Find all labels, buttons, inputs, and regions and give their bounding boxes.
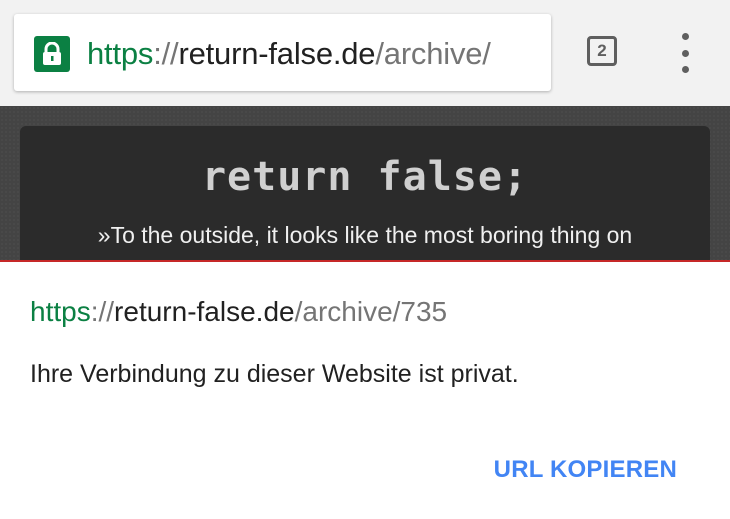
browser-toolbar: https://return-false.de/archive/ 2	[0, 0, 730, 106]
page-info-url-path: /archive/735	[294, 296, 448, 327]
overflow-menu-icon[interactable]	[672, 33, 698, 73]
page-info-sheet: https://return-false.de/archive/735 Ihre…	[0, 260, 730, 519]
web-page-content: return false; »To the outside, it looks …	[0, 106, 730, 286]
menu-dot	[681, 66, 689, 73]
lock-icon[interactable]	[34, 36, 70, 72]
url-separator: ://	[153, 36, 179, 71]
site-title: return false;	[201, 154, 529, 200]
url-bar[interactable]: https://return-false.de/archive/	[14, 14, 551, 91]
url-path: /archive/	[375, 36, 491, 71]
copy-url-button[interactable]: URL KOPIEREN	[494, 456, 677, 484]
page-info-url-host: return-false.de	[114, 296, 295, 327]
menu-dot	[681, 49, 689, 57]
tab-switcher-button[interactable]: 2	[587, 36, 617, 66]
url-scheme: https	[87, 36, 154, 71]
page-info-url-scheme: https	[30, 296, 91, 327]
page-info-url-separator: ://	[90, 296, 115, 327]
url-host: return-false.de	[178, 36, 376, 71]
menu-dot	[681, 33, 689, 40]
page-info-url: https://return-false.de/archive/735	[30, 296, 447, 328]
connection-status-message: Ihre Verbindung zu dieser Website ist pr…	[30, 360, 519, 388]
url-text[interactable]: https://return-false.de/archive/	[87, 34, 491, 74]
site-tagline: »To the outside, it looks like the most …	[97, 222, 633, 248]
